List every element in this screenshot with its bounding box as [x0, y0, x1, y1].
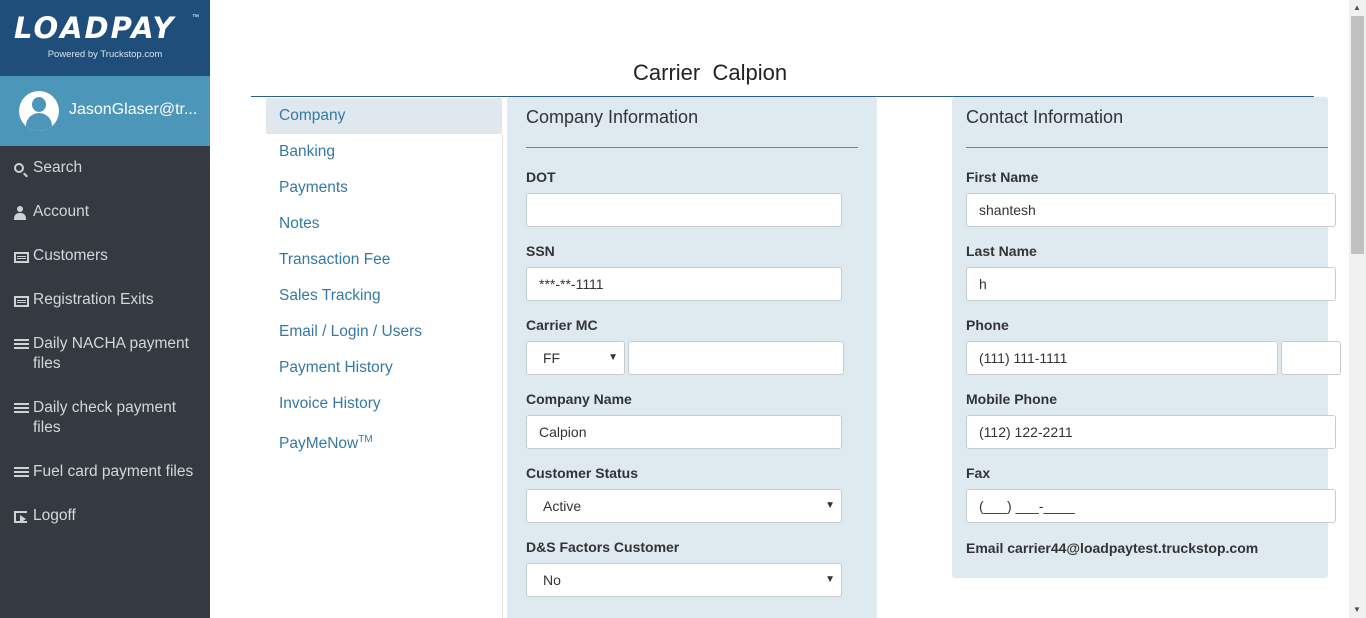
tab-label: Payments — [279, 179, 348, 196]
mc-prefix-value: FF — [543, 350, 561, 366]
dropdown-arrow-icon: ▼ — [825, 500, 835, 511]
brand-header[interactable]: LOADPAY ™ Powered by Truckstop.com — [0, 0, 210, 76]
logoff-icon — [14, 511, 27, 523]
customer-status-select[interactable]: Active ▼ — [526, 489, 842, 523]
ds-factors-value: No — [543, 572, 561, 588]
sidebar-item-label: Search — [33, 159, 83, 176]
tab-company[interactable]: Company — [266, 98, 502, 134]
tab-label: Sales Tracking — [279, 287, 381, 304]
last-name-label: Last Name — [966, 243, 1037, 259]
tab-paymenow[interactable]: PayMeNowTM — [266, 422, 502, 458]
sidebar-item-account[interactable]: Account — [14, 202, 204, 226]
user-bar[interactable]: JasonGlaser@tr... — [0, 76, 210, 146]
sidebar-item-label: Daily NACHA payment files — [33, 335, 189, 372]
fax-input[interactable]: (___) ___-____ — [966, 489, 1336, 523]
scroll-up-icon[interactable]: ▲ — [1353, 3, 1361, 12]
sidebar-item-label: Customers — [33, 247, 108, 264]
tab-label: Company — [279, 107, 346, 124]
tab-label: Transaction Fee — [279, 251, 391, 268]
tab-sales-tracking[interactable]: Sales Tracking — [266, 278, 502, 314]
carrier-mc-label: Carrier MC — [526, 317, 598, 333]
list-icon — [14, 467, 29, 479]
contact-info-panel: Contact Information First Name shantesh … — [952, 97, 1341, 578]
contact-email: Email carrier44@loadpaytest.truckstop.co… — [966, 540, 1259, 556]
dropdown-arrow-icon: ▼ — [608, 352, 618, 363]
user-name: JasonGlaser@tr... — [69, 101, 198, 118]
customer-status-value: Active — [543, 498, 582, 514]
page-scrollbar[interactable]: ▲ ▼ — [1349, 0, 1366, 618]
tab-label: Payment History — [279, 359, 393, 376]
first-name-input[interactable]: shantesh — [966, 193, 1336, 227]
panel-divider — [526, 147, 858, 148]
company-name-label: Company Name — [526, 391, 632, 407]
tab-label: Invoice History — [279, 395, 381, 412]
scroll-down-icon[interactable]: ▼ — [1353, 605, 1361, 614]
tab-email-login-users[interactable]: Email / Login / Users — [266, 314, 502, 350]
phone-extension-input[interactable] — [1281, 341, 1341, 375]
mobile-phone-input[interactable]: (112) 122-2211 — [966, 415, 1336, 449]
ssn-label: SSN — [526, 243, 555, 259]
customer-status-label: Customer Status — [526, 465, 639, 481]
company-name-input[interactable]: Calpion — [526, 415, 842, 449]
sidebar-item-search[interactable]: Search — [14, 158, 204, 179]
sidebar-item-daily-nacha[interactable]: Daily NACHA payment files — [14, 334, 204, 374]
sidebar: LOADPAY ™ Powered by Truckstop.com Jason… — [0, 0, 210, 618]
list-icon — [14, 403, 29, 415]
sidebar-item-label: Account — [33, 203, 90, 220]
sidebar-item-label: Registration Exits — [33, 291, 154, 308]
sidebar-item-daily-check[interactable]: Daily check payment files — [14, 398, 204, 438]
list-icon — [14, 339, 29, 351]
tab-payment-history[interactable]: Payment History — [266, 350, 502, 386]
sidebar-item-logoff[interactable]: Logoff — [14, 506, 204, 529]
mobile-phone-label: Mobile Phone — [966, 391, 1057, 407]
brand-trademark: ™ — [192, 14, 199, 21]
scroll-thumb[interactable] — [1351, 16, 1364, 254]
tab-label-sup: TM — [358, 434, 373, 445]
sidebar-item-label: Fuel card payment files — [33, 463, 194, 480]
sidebar-item-fuel-card[interactable]: Fuel card payment files — [14, 462, 204, 485]
tab-transaction-fee[interactable]: Transaction Fee — [266, 242, 502, 278]
sidebar-item-label: Daily check payment files — [33, 399, 177, 436]
tab-label: Banking — [279, 143, 336, 160]
mc-prefix-select[interactable]: FF ▼ — [526, 341, 625, 375]
dot-input[interactable] — [526, 193, 842, 227]
ds-factors-label: D&S Factors Customer — [526, 539, 680, 555]
panel-divider — [966, 147, 1328, 148]
tab-payments[interactable]: Payments — [266, 170, 502, 206]
sidebar-item-label: Logoff — [33, 507, 76, 524]
phone-input[interactable]: (111) 111-1111 — [966, 341, 1278, 375]
tab-notes[interactable]: Notes — [266, 206, 502, 242]
carrier-mc-input[interactable] — [628, 341, 844, 375]
ssn-input[interactable]: ***-**-1111 — [526, 267, 842, 301]
company-info-title: Company Information — [526, 107, 699, 127]
brand-logo: LOADPAY — [14, 11, 176, 45]
contact-info-title: Contact Information — [966, 107, 1124, 127]
tab-banking[interactable]: Banking — [266, 134, 502, 170]
tab-label: Email / Login / Users — [279, 323, 422, 340]
ds-factors-select[interactable]: No ▼ — [526, 563, 842, 597]
tab-label: PayMeNow — [279, 435, 359, 452]
company-info-panel: Company Information DOT SSN ***-**-1111 … — [507, 97, 877, 618]
dot-label: DOT — [526, 169, 556, 185]
sidebar-item-registration-exits[interactable]: Registration Exits — [14, 290, 204, 313]
sidebar-item-customers[interactable]: Customers — [14, 246, 204, 269]
user-icon — [14, 206, 26, 220]
tab-label: Notes — [279, 215, 320, 232]
search-icon — [14, 163, 24, 173]
tab-invoice-history[interactable]: Invoice History — [266, 386, 502, 422]
dropdown-arrow-icon: ▼ — [825, 574, 835, 585]
page-title: Carrier Calpion — [633, 60, 788, 85]
phone-label: Phone — [966, 317, 1009, 333]
tabs-divider — [502, 134, 503, 618]
card-icon — [14, 252, 29, 263]
avatar-icon — [19, 91, 59, 131]
first-name-label: First Name — [966, 169, 1039, 185]
card-icon — [14, 296, 29, 307]
brand-tagline: Powered by Truckstop.com — [47, 49, 163, 60]
fax-label: Fax — [966, 465, 991, 481]
last-name-input[interactable]: h — [966, 267, 1336, 301]
